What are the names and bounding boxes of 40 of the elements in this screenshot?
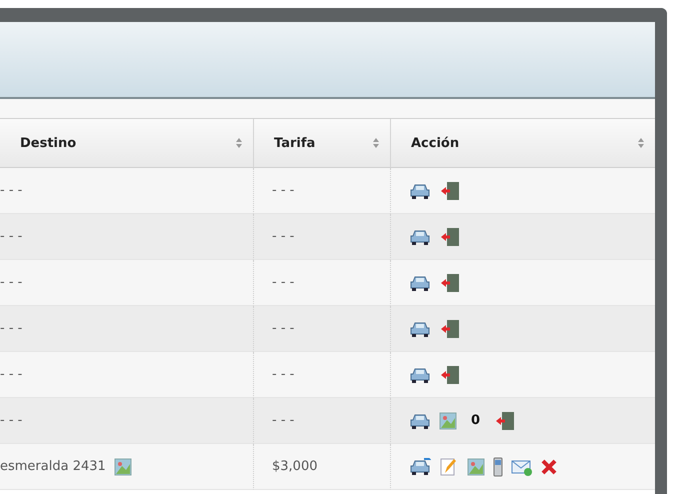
car-icon[interactable] [409,228,431,246]
fare-text: - - - [272,321,294,336]
destination-text: - - - [0,275,22,290]
column-header[interactable]: Acción [390,119,655,168]
destination-text: - - - [0,321,22,336]
destination-text: - - - [0,183,22,198]
image-icon[interactable] [114,458,132,476]
car-icon[interactable] [409,182,431,200]
car-icon[interactable] [409,320,431,338]
column-header[interactable]: Tarifa [253,119,390,168]
exit-door-icon[interactable] [494,410,516,430]
fare-text: $3,000 [272,459,318,474]
destination-text: - - - [0,229,22,244]
destination-text: esmeralda 2431 [0,459,106,474]
destination-text: - - - [0,367,22,382]
car-icon[interactable] [409,366,431,384]
fare-text: - - - [272,367,294,382]
exit-door-icon[interactable] [439,364,461,384]
car-icon[interactable] [409,274,431,292]
fare-text: - - - [272,413,294,428]
exit-door-icon[interactable] [439,272,461,292]
sort-icon [235,137,243,149]
delete-icon[interactable] [541,458,557,474]
exit-door-icon[interactable] [439,226,461,246]
car-icon[interactable] [409,412,431,430]
count-text: 0 [471,413,480,428]
car-icon[interactable] [409,458,431,476]
exit-door-icon[interactable] [439,180,461,200]
sort-icon [637,137,645,149]
phone-icon[interactable] [493,456,503,476]
column-header[interactable]: Destino [0,119,253,168]
image-icon[interactable] [439,412,457,430]
exit-door-icon[interactable] [439,318,461,338]
sort-icon [372,137,380,149]
image-icon[interactable] [467,458,485,476]
destination-text: - - - [0,413,22,428]
mail-icon[interactable] [511,458,533,476]
fare-text: - - - [272,183,294,198]
fare-text: - - - [272,229,294,244]
fare-text: - - - [272,275,294,290]
